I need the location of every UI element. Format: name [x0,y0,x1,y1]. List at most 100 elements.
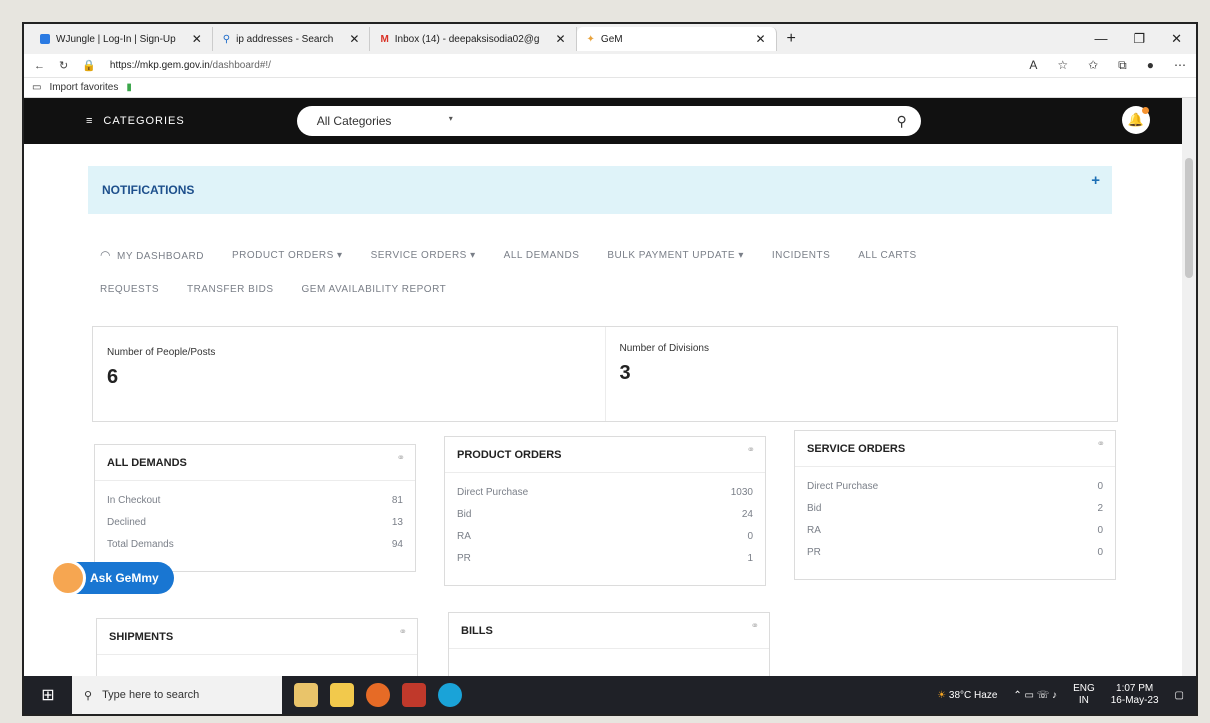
menu-all-demands[interactable]: ALL DEMANDS [504,250,580,261]
people-label: Number of People/Posts [107,347,216,358]
refresh-icon[interactable]: ↻ [59,59,68,72]
menu-service-orders[interactable]: SERVICE ORDERS ▾ [371,250,476,261]
close-tab-icon[interactable]: ✕ [192,32,202,46]
weather-widget[interactable]: ☀ 38°C Haze [937,690,997,701]
file-explorer-icon[interactable] [330,683,354,707]
menu-label: MY DASHBOARD [116,251,204,262]
list-item[interactable]: PR 0 [807,541,1103,563]
people-stat: Number of People/Posts 6 [93,327,606,421]
url-host: https://mkp.gem.gov.in [109,60,210,71]
row-value: 2 [1097,502,1103,514]
categories-menu[interactable]: ≡ CATEGORIES [86,115,185,127]
list-item[interactable]: Total Demands 94 [107,533,403,555]
favorites-icon[interactable]: ✩ [1088,58,1098,73]
list-item[interactable]: RA 0 [457,525,753,547]
app-icon[interactable] [402,683,426,707]
menu-bulk-payment-update[interactable]: BULK PAYMENT UPDATE ▾ [607,250,743,261]
clock[interactable]: 1:07 PM 16-May-23 [1111,683,1159,707]
minimize-icon[interactable]: — [1094,31,1107,47]
firefox-icon[interactable] [366,683,390,707]
close-tab-icon[interactable]: ✕ [755,32,765,46]
menu-my-dashboard[interactable]: ◠ MY DASHBOARD [100,248,204,262]
gauge-icon: ◠ [100,248,111,262]
bell-icon: 🔔 [1127,112,1145,127]
gem-favicon-icon: ✦ [586,33,595,45]
list-item[interactable]: Declined 13 [107,511,403,533]
list-item[interactable]: RA 0 [807,519,1103,541]
list-item[interactable]: Direct Purchase 1030 [457,481,753,503]
chevron-down-icon: ▾ [448,114,453,123]
link-icon[interactable]: ⚭ [1097,439,1105,450]
link-icon[interactable]: ⚭ [747,445,755,456]
search-bar: All Categories ▾ ⚲ [296,106,921,136]
add-favorite-icon[interactable]: ☆ [1057,58,1068,73]
row-value: 1030 [730,486,753,498]
menu-requests[interactable]: REQUESTS [100,284,159,295]
notifications-panel[interactable]: NOTIFICATIONS + [88,166,1112,214]
link-icon[interactable]: ⚭ [397,453,405,464]
favorite-item-icon[interactable]: ▮ [126,82,132,93]
menu-incidents[interactable]: INCIDENTS [772,250,830,261]
url-field[interactable]: https://mkp.gem.gov.in/dashboard#!/ [110,60,271,71]
row-value: 0 [1097,546,1103,558]
tab-wjungle[interactable]: WJungle | Log-In | Sign-Up ✕ [30,27,213,51]
card-header: PRODUCT ORDERS ⚭ [445,437,765,473]
close-window-icon[interactable]: ✕ [1171,31,1182,47]
card-title: ALL DEMANDS [107,456,187,469]
taskbar-search[interactable]: ⚲ Type here to search [72,676,282,714]
list-item[interactable]: Bid 2 [807,497,1103,519]
windows-start-icon[interactable]: ⊞ [24,676,72,714]
collections-icon[interactable]: ⧉ [1118,58,1127,73]
notification-bell[interactable]: 🔔 [1122,106,1150,134]
widget-icon[interactable] [294,683,318,707]
page-scrollbar[interactable] [1182,98,1196,693]
category-select[interactable]: All Categories ▾ [317,114,467,128]
tray-icons[interactable]: ⌃ ▭ ☏ ♪ [1013,690,1057,701]
tab-inbox[interactable]: M Inbox (14) - deepaksisodia02@g ✕ [370,27,577,51]
list-item[interactable]: Direct Purchase 0 [807,475,1103,497]
lang-text-2: IN [1078,695,1089,706]
list-item[interactable]: Bid 24 [457,503,753,525]
dashboard-menu: ◠ MY DASHBOARD PRODUCT ORDERS ▾ SERVICE O… [100,248,1080,317]
notification-dot [1142,107,1149,114]
row-value: 24 [741,508,753,520]
search-icon: ⚲ [84,689,93,702]
row-label: RA [457,530,471,542]
list-item[interactable]: PR 1 [457,547,753,569]
menu-all-carts[interactable]: ALL CARTS [858,250,916,261]
search-icon[interactable]: ⚲ [896,113,906,130]
close-tab-icon[interactable]: ✕ [349,32,359,46]
gem-page: ≡ CATEGORIES All Categories ▾ ⚲ 🔔 NOTIFI… [24,98,1196,693]
back-icon[interactable]: ← [34,60,45,72]
wjungle-favicon-icon [40,34,50,44]
new-tab-button[interactable]: + [777,30,806,48]
tab-search[interactable]: ⚲ ip addresses - Search ✕ [213,27,371,51]
restore-icon[interactable]: ❐ [1133,31,1145,47]
menu-product-orders[interactable]: PRODUCT ORDERS ▾ [232,250,343,261]
expand-plus-icon[interactable]: + [1091,172,1100,189]
read-aloud-icon[interactable]: A [1029,58,1037,73]
more-icon[interactable]: ⋯ [1174,58,1186,73]
import-favorites-link[interactable]: Import favorites [49,82,118,93]
row-label: Total Demands [107,538,174,550]
link-icon[interactable]: ⚭ [751,621,759,632]
edge-icon[interactable] [438,683,462,707]
row-value: 0 [747,530,753,542]
browser-tab-bar: WJungle | Log-In | Sign-Up ✕ ⚲ ip addres… [24,24,1196,54]
system-tray: ☀ 38°C Haze ⌃ ▭ ☏ ♪ ENG IN 1:07 PM 16-May-… [937,683,1196,707]
row-label: Direct Purchase [457,486,529,498]
notification-center-icon[interactable]: ▢ [1175,690,1184,701]
search-input[interactable] [466,111,897,131]
menu-transfer-bids[interactable]: TRANSFER BIDS [187,284,274,295]
categories-label: CATEGORIES [103,115,185,127]
menu-gem-availability-report[interactable]: GEM AVAILABILITY REPORT [302,284,447,295]
ask-gemmy-button[interactable]: Ask GeMmy [50,560,174,596]
list-item[interactable]: In Checkout 81 [107,489,403,511]
tab-gem[interactable]: ✦ GeM ✕ [576,27,777,51]
language-indicator[interactable]: ENG IN [1073,683,1095,707]
profile-icon[interactable]: ● [1147,58,1154,73]
card-header: ALL DEMANDS ⚭ [95,445,415,481]
scrollbar-thumb[interactable] [1185,158,1193,278]
close-tab-icon[interactable]: ✕ [555,32,565,46]
link-icon[interactable]: ⚭ [399,627,407,638]
